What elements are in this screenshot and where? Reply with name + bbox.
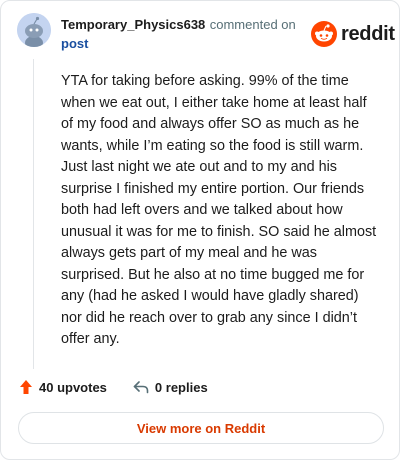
reply-arrow-icon [133,381,149,394]
reddit-comment-card: Temporary_Physics638 commented on post r… [0,0,400,460]
upvote-arrow-icon [20,380,32,394]
snoo-avatar-icon[interactable] [17,13,51,47]
reddit-wordmark: reddit [341,22,395,45]
author-name[interactable]: Temporary_Physics638 [61,17,205,32]
reply-count: 0 replies [154,379,208,395]
comment-footer: 40 upvotes 0 replies [19,377,208,397]
comment-header: Temporary_Physics638 commented on post [61,15,311,53]
thread-line [33,59,34,369]
upvote-button[interactable]: 40 upvotes [19,379,107,395]
reddit-logo[interactable]: reddit [311,19,395,49]
view-more-button[interactable]: View more on Reddit [18,412,384,444]
view-more-label: View more on Reddit [136,420,266,436]
upvote-count: 40 upvotes [39,379,107,395]
replies-button[interactable]: 0 replies [133,380,208,395]
comment-body: YTA for taking before asking. 99% of the… [61,73,377,347]
post-link[interactable]: post [61,34,311,53]
reddit-logo-icon [311,21,337,47]
comment-action: commented on [209,17,296,32]
